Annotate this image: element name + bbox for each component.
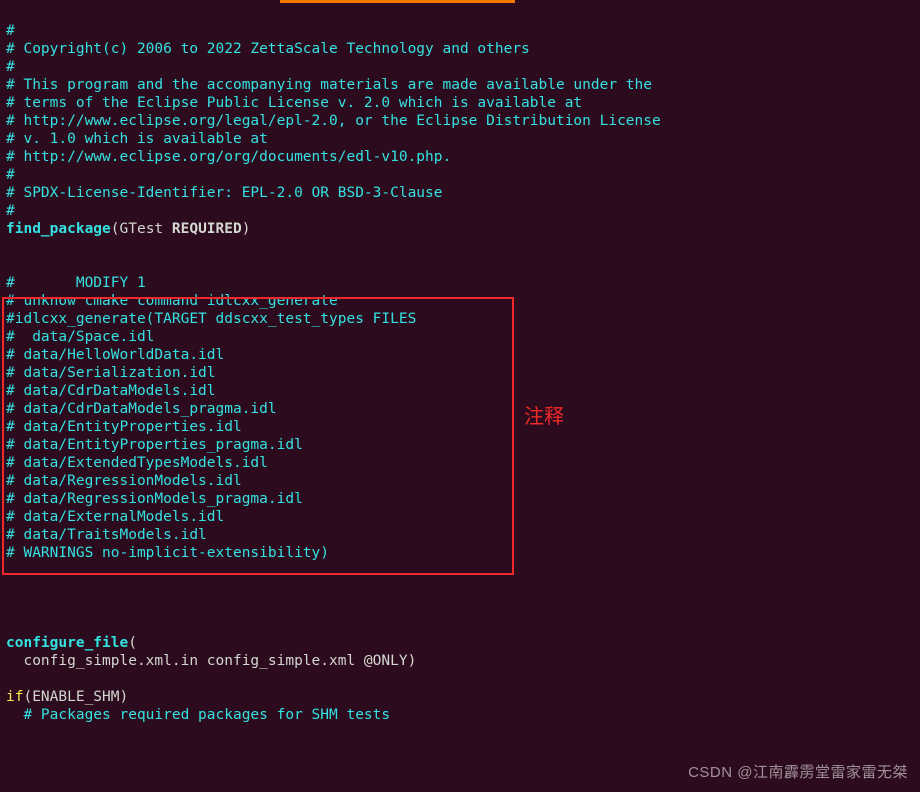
comment-line: # data/RegressionModels.idl: [6, 473, 242, 489]
comment-line: # http://www.eclipse.org/org/documents/e…: [6, 149, 451, 165]
comment-line: # data/CdrDataModels_pragma.idl: [6, 401, 277, 417]
comment-line: # data/RegressionModels_pragma.idl: [6, 491, 303, 507]
comment-line: # terms of the Eclipse Public License v.…: [6, 95, 582, 111]
comment-line: # WARNINGS no-implicit-extensibility): [6, 545, 329, 561]
configure-file-line: configure_file(: [6, 635, 137, 651]
comment-line: # data/CdrDataModels.idl: [6, 383, 216, 399]
comment-line: # MODIFY 1: [6, 275, 146, 291]
comment-line: # data/ExtendedTypesModels.idl: [6, 455, 268, 471]
comment-line: # This program and the accompanying mate…: [6, 77, 652, 93]
comment-line: # data/EntityProperties.idl: [6, 419, 242, 435]
comment-line: # SPDX-License-Identifier: EPL-2.0 OR BS…: [6, 185, 443, 201]
configure-file-args: config_simple.xml.in config_simple.xml @…: [6, 653, 416, 669]
comment-line: #: [6, 59, 15, 75]
comment-line: # data/EntityProperties_pragma.idl: [6, 437, 303, 453]
comment-line: # data/HelloWorldData.idl: [6, 347, 224, 363]
comment-line: # data/TraitsModels.idl: [6, 527, 207, 543]
comment-line: # http://www.eclipse.org/legal/epl-2.0, …: [6, 113, 661, 129]
comment-line: # data/ExternalModels.idl: [6, 509, 224, 525]
comment-line: #: [6, 23, 15, 39]
if-line: if(ENABLE_SHM): [6, 689, 128, 705]
comment-line: #: [6, 203, 15, 219]
comment-line: #: [6, 167, 15, 183]
code-editor[interactable]: # # Copyright(c) 2006 to 2022 ZettaScale…: [0, 0, 920, 728]
find-package-line: find_package(GTest REQUIRED): [6, 221, 250, 237]
annotation-label: 注释: [524, 408, 564, 426]
comment-line: # data/Serialization.idl: [6, 365, 216, 381]
comment-line: #idlcxx_generate(TARGET ddscxx_test_type…: [6, 311, 416, 327]
comment-line: # unknow cmake command idlcxx_generate: [6, 293, 338, 309]
comment-line: # Packages required packages for SHM tes…: [6, 707, 390, 723]
watermark: CSDN @江南霹雳堂雷家雷无桀: [688, 764, 908, 782]
comment-line: # v. 1.0 which is available at: [6, 131, 268, 147]
comment-line: # data/Space.idl: [6, 329, 154, 345]
comment-line: # Copyright(c) 2006 to 2022 ZettaScale T…: [6, 41, 530, 57]
